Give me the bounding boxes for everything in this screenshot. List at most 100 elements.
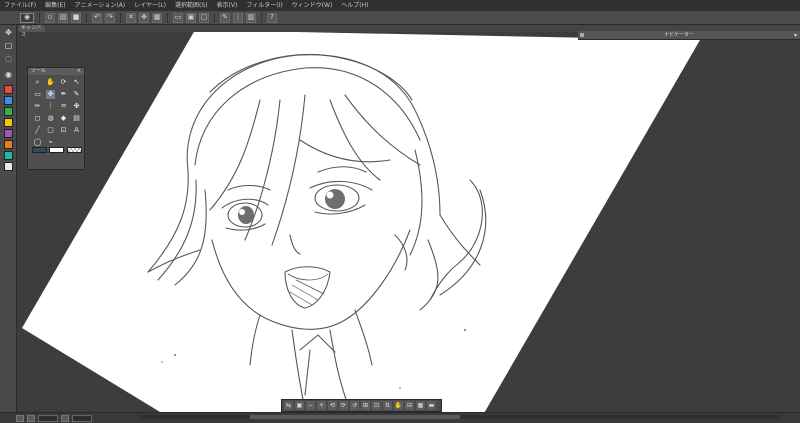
ruler-icon: ⊡ — [60, 126, 67, 134]
strip-lasso-button[interactable]: ◌ — [3, 53, 14, 64]
color-swatch[interactable] — [4, 118, 13, 127]
canvas-tab[interactable]: キャンバス — [19, 25, 45, 38]
zoom-fit-button[interactable]: ▣ — [295, 401, 304, 410]
tool-button[interactable]: ⌁ — [46, 138, 55, 147]
reset-rotate-button[interactable]: ↺ — [350, 401, 359, 410]
tool-button[interactable]: ▢ — [46, 126, 55, 135]
menu-view[interactable]: 表示(V) — [217, 0, 238, 11]
hand-nav-button[interactable]: ✋ — [394, 401, 403, 410]
actual-size-button[interactable]: ⊡ — [372, 401, 381, 410]
open-button[interactable]: ▤ — [58, 12, 68, 23]
zoom-field[interactable] — [38, 414, 58, 422]
save-icon: ■ — [72, 13, 80, 21]
status-rotate-button[interactable] — [61, 414, 69, 422]
zoom-in-button[interactable]: + — [317, 401, 326, 410]
save-button[interactable]: ■ — [71, 12, 81, 23]
status-zoom-in-button[interactable] — [27, 414, 35, 422]
deselect-icon: ▢ — [200, 13, 208, 21]
strip-color-wheel-button[interactable]: ◉ — [3, 69, 14, 80]
transparent-color-swatch[interactable] — [67, 147, 82, 153]
horizontal-scrollbar[interactable] — [140, 415, 780, 419]
tool-button[interactable]: ◆ — [59, 114, 68, 123]
close-icon[interactable]: × — [77, 68, 81, 75]
brush-button[interactable]: ᛁ — [233, 12, 243, 23]
panel-grip-icon[interactable] — [580, 33, 584, 37]
tool-button[interactable]: ◯ — [33, 138, 42, 147]
tool-button[interactable]: A — [72, 126, 81, 135]
ruler-nav-button[interactable]: ⊟ — [405, 401, 414, 410]
tool-button[interactable]: ✥ — [46, 90, 55, 99]
strip-select-button[interactable]: ▢ — [3, 40, 14, 51]
tool-button[interactable]: ✤ — [72, 102, 81, 111]
clear-button[interactable]: ✕ — [126, 12, 136, 23]
scrollbar-thumb[interactable] — [250, 415, 460, 419]
grid-nav-button[interactable]: ▦ — [416, 401, 425, 410]
panel-menu-icon[interactable]: ▾ — [794, 32, 797, 39]
fill-button[interactable]: ▣ — [186, 12, 196, 23]
rotate-left-icon: ⟲ — [329, 401, 336, 409]
menu-nav-button[interactable]: ▬ — [427, 401, 436, 410]
tool-button[interactable]: ◻ — [33, 114, 42, 123]
menu-filter[interactable]: フィルター(I) — [246, 0, 282, 11]
new-file-button[interactable]: ▫ — [45, 12, 55, 23]
rotate-field[interactable] — [72, 414, 92, 422]
color-swatch[interactable] — [4, 140, 13, 149]
tool-button[interactable]: ✋ — [46, 78, 55, 87]
tool-button[interactable]: ✏ — [33, 102, 42, 111]
tool-button[interactable]: ╱ — [33, 126, 42, 135]
tool-button[interactable]: ↖ — [72, 78, 81, 87]
tool-button[interactable]: ᛁ — [46, 102, 55, 111]
toolbar-separator — [167, 12, 168, 23]
menu-help[interactable]: ヘルプ(H) — [341, 0, 368, 11]
layer-button[interactable]: ▥ — [246, 12, 256, 23]
sub-color-swatch[interactable] — [49, 147, 64, 153]
status-zoom-out-button[interactable] — [16, 414, 24, 422]
pen-button[interactable]: ✎ — [220, 12, 230, 23]
menu-file[interactable]: ファイル(F) — [4, 0, 36, 11]
color-swatch[interactable] — [4, 162, 13, 171]
menu-animation[interactable]: アニメーション(A) — [75, 0, 126, 11]
tool-button[interactable]: ⊡ — [59, 126, 68, 135]
grid-button[interactable]: ▦ — [152, 12, 162, 23]
brush-tool-icon: ᛁ — [48, 102, 53, 110]
tool-button[interactable]: ▭ — [33, 90, 42, 99]
color-swatch[interactable] — [4, 107, 13, 116]
color-swatch[interactable] — [4, 151, 13, 160]
paper-sheet[interactable] — [22, 30, 700, 415]
color-swatch[interactable] — [4, 85, 13, 94]
main-color-swatch[interactable] — [32, 147, 47, 153]
flip-h-button[interactable]: ⇆ — [284, 401, 293, 410]
zoom-out-icon: − — [307, 401, 314, 409]
toolbar-separator — [214, 12, 215, 23]
strip-move-button[interactable]: ✥ — [3, 27, 14, 38]
tool-button[interactable]: ⌕ — [33, 78, 42, 87]
flip-v-button[interactable]: ⇅ — [383, 401, 392, 410]
tool-button[interactable]: ✒ — [59, 90, 68, 99]
menu-edit[interactable]: 編集(E) — [45, 0, 65, 11]
tool-button[interactable]: ◍ — [46, 114, 55, 123]
tool-button[interactable]: ✎ — [72, 90, 81, 99]
tool-palette-title-bar[interactable]: ツール × — [28, 68, 84, 75]
tool-button[interactable]: ♒ — [59, 102, 68, 111]
toolbar-separator — [86, 12, 87, 23]
fit-window-button[interactable]: ⊞ — [361, 401, 370, 410]
redo-button[interactable]: ↷ — [105, 12, 115, 23]
select-button[interactable]: ▭ — [173, 12, 183, 23]
rotate-left-button[interactable]: ⟲ — [328, 401, 337, 410]
drawing-canvas[interactable] — [0, 0, 800, 423]
color-swatch[interactable] — [4, 129, 13, 138]
tool-palette: ツール × ⌕ ✋ ⟳ ↖ ▭ ✥ ✒ ✎ ✏ ᛁ ♒ ✤ ◻ ◍ ◆ ▤ ╱ ▢ ⊡ A ◯ ⌁ — [27, 67, 85, 170]
tool-button[interactable]: ⟳ — [59, 78, 68, 87]
eye-button[interactable]: ◉ — [20, 12, 34, 23]
transform-button[interactable]: ✥ — [139, 12, 149, 23]
color-swatch[interactable] — [4, 96, 13, 105]
deselect-button[interactable]: ▢ — [199, 12, 209, 23]
menu-layer[interactable]: レイヤー(L) — [134, 0, 166, 11]
zoom-out-button[interactable]: − — [306, 401, 315, 410]
menu-selection[interactable]: 選択範囲(S) — [175, 0, 208, 11]
menu-window[interactable]: ウィンドウ(W) — [292, 0, 333, 11]
rotate-right-button[interactable]: ⟳ — [339, 401, 348, 410]
undo-button[interactable]: ↶ — [92, 12, 102, 23]
help-button[interactable]: ? — [267, 12, 277, 23]
tool-button[interactable]: ▤ — [72, 114, 81, 123]
